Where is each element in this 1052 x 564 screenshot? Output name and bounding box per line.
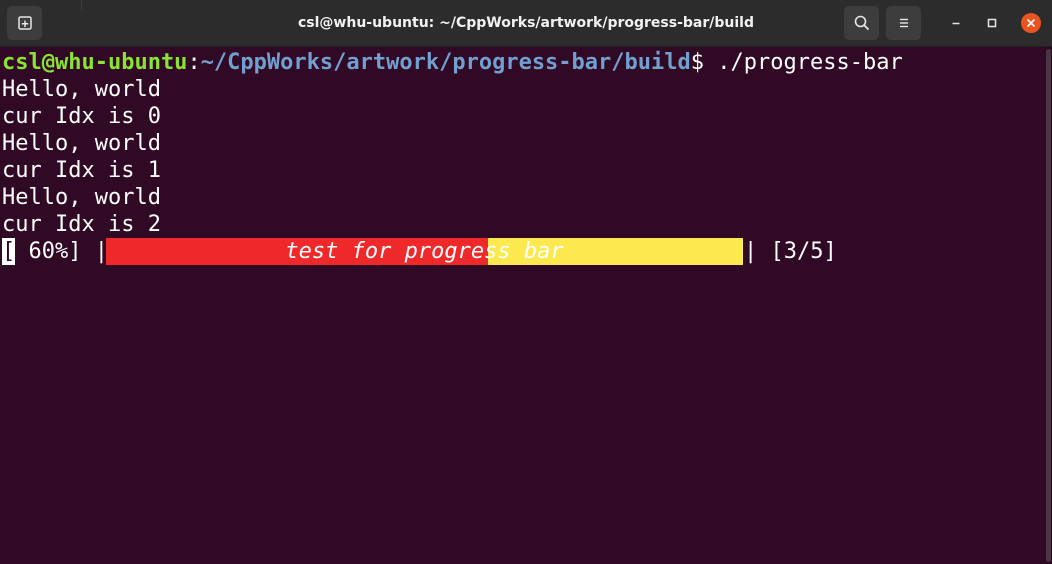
- scrollbar-thumb[interactable]: [1046, 49, 1051, 562]
- output-line: Hello, world: [2, 185, 161, 210]
- progress-bar-label: test for progress bar: [285, 239, 564, 264]
- prompt-path: ~/CppWorks/artwork/progress-bar/build: [200, 50, 691, 75]
- terminal-output[interactable]: csl@whu-ubuntu:~/CppWorks/artwork/progre…: [0, 47, 1045, 564]
- title-bar: csl@whu-ubuntu: ~/CppWorks/artwork/progr…: [0, 0, 1052, 47]
- prompt-user-host: csl@whu-ubuntu: [2, 50, 188, 75]
- search-button[interactable]: [844, 6, 879, 40]
- terminal-cursor: [: [2, 238, 16, 265]
- menu-button[interactable]: [886, 6, 921, 40]
- search-icon: [854, 15, 870, 31]
- minimize-icon: [952, 22, 960, 25]
- progress-percent: 60%] |: [15, 239, 108, 264]
- maximize-icon: [987, 18, 997, 28]
- prompt-separator: :: [187, 50, 201, 75]
- terminal-window: csl@whu-ubuntu: ~/CppWorks/artwork/progr…: [0, 0, 1052, 564]
- progress-bar: test for progress bar: [106, 238, 743, 265]
- output-line: Hello, world: [2, 77, 161, 102]
- terminal-scrollbar[interactable]: [1045, 47, 1052, 564]
- close-button[interactable]: [1021, 13, 1041, 33]
- maximize-button[interactable]: [982, 13, 1002, 33]
- progress-prefix: [ 60%] |: [2, 238, 108, 265]
- minimize-button[interactable]: [946, 13, 966, 33]
- prompt-line: csl@whu-ubuntu:~/CppWorks/artwork/progre…: [2, 49, 903, 76]
- output-line: cur Idx is 0: [2, 104, 161, 129]
- titlebar-divider: [81, 0, 82, 10]
- prompt-symbol: $: [690, 50, 705, 75]
- progress-count: | [3/5]: [744, 239, 837, 264]
- prompt-command: ./progress-bar: [704, 50, 903, 75]
- output-line: cur Idx is 1: [2, 158, 161, 183]
- hamburger-menu-icon: [900, 18, 908, 28]
- output-line: Hello, world: [2, 131, 161, 156]
- close-icon: [1026, 18, 1036, 28]
- output-line: cur Idx is 2: [2, 212, 161, 237]
